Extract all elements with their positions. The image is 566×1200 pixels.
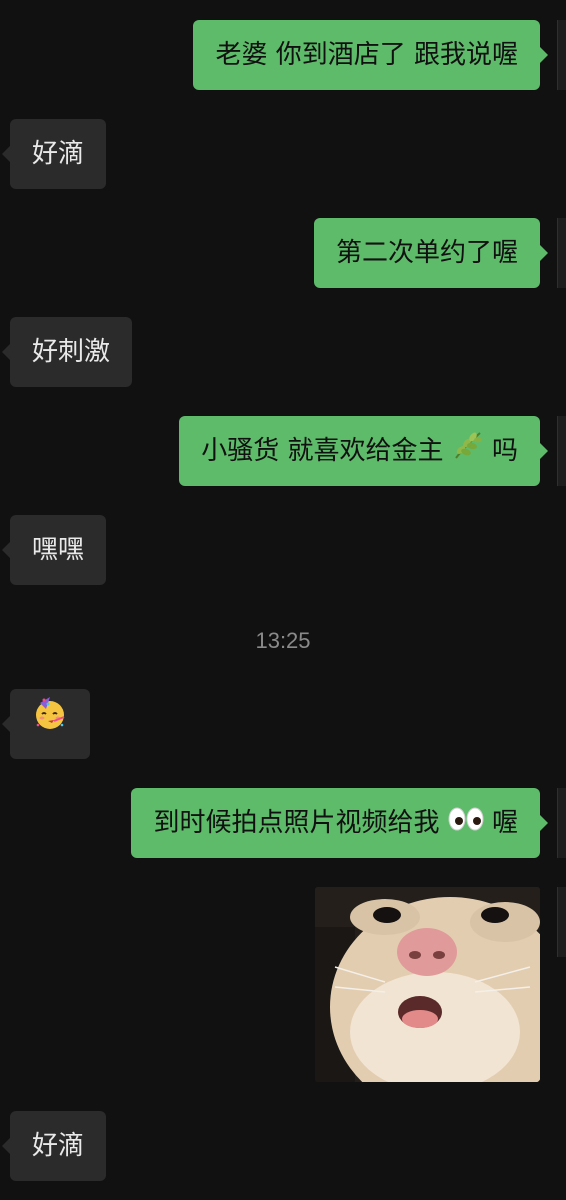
avatar[interactable] [557,416,566,486]
avatar[interactable] [557,20,566,90]
chat-timestamp: 13:25 [255,628,311,653]
avatar[interactable] [557,218,566,288]
message-text: 吗 [491,436,518,466]
message-bubble-outgoing[interactable]: 老婆 你到酒店了 跟我说喔 [193,20,548,90]
message-bubble-incoming[interactable]: 好刺激 [1,317,133,387]
message-text: 第二次单约了喔 [335,238,518,268]
message-bubble-outgoing[interactable]: 第二次单约了喔 [313,218,549,288]
message-text: 好滴 [32,139,85,169]
message-bubble-outgoing[interactable]: 小骚货 就喜欢给金主 吗 [179,416,548,487]
eyes-emoji-icon [448,789,484,859]
message-text: 好滴 [32,1131,85,1161]
message-text: 小骚货 就喜欢给金主 [201,436,444,466]
avatar[interactable] [557,887,566,957]
message-text: 好刺激 [32,337,111,367]
message-text: 喔 [491,808,518,838]
message-bubble-incoming[interactable]: 好滴 [1,119,107,189]
message-text: 老婆 你到酒店了 跟我说喔 [215,40,518,70]
message-bubble-incoming[interactable]: 嘿嘿 [1,515,107,585]
herb-emoji-icon [452,417,484,487]
partying-face-emoji-icon [32,688,68,758]
avatar[interactable] [557,788,566,858]
message-text: 嘿嘿 [32,535,85,565]
message-text: 到时候拍点照片视频给我 [153,808,440,838]
cat-face-photo[interactable] [315,887,540,1082]
message-bubble-incoming[interactable]: 好滴 [1,1111,107,1181]
message-bubble-incoming[interactable] [2,688,90,759]
message-bubble-outgoing[interactable]: 到时候拍点照片视频给我 喔 [131,788,548,859]
